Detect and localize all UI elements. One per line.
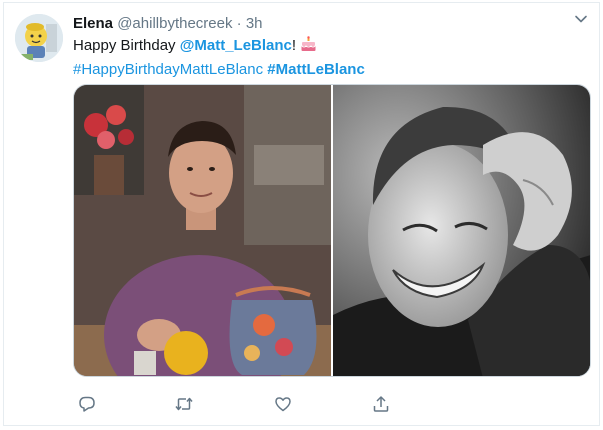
tweet-card[interactable]: Elena @ahillbythecreek · 3h Happy Birthd…	[3, 2, 600, 426]
photo-right[interactable]	[333, 85, 590, 376]
retweet-button[interactable]	[173, 393, 195, 415]
retweet-icon	[174, 395, 194, 413]
avatar[interactable]	[15, 14, 63, 62]
share-icon	[372, 395, 390, 413]
reply-button[interactable]	[76, 393, 98, 415]
photo-image	[333, 85, 590, 376]
tweet-greeting: Happy Birthday	[73, 37, 180, 54]
timestamp[interactable]: 3h	[246, 15, 263, 32]
tweet-menu-button[interactable]	[569, 9, 593, 33]
tweet-exclaim: !	[291, 37, 297, 54]
birthday-cake-icon	[300, 36, 317, 59]
avatar-illustration	[15, 14, 63, 62]
like-button[interactable]	[272, 393, 294, 415]
photo-image	[74, 85, 331, 376]
tweet-text: Happy Birthday @Matt_LeBlanc! #HappyBirt…	[73, 35, 573, 80]
hashtag-link[interactable]: #MattLeBlanc	[267, 61, 365, 78]
reply-icon	[78, 395, 96, 413]
author-name[interactable]: Elena	[73, 15, 113, 32]
share-button[interactable]	[370, 393, 392, 415]
mention-link[interactable]: @Matt_LeBlanc	[180, 37, 292, 54]
hashtag-link[interactable]: #HappyBirthdayMattLeBlanc	[73, 61, 263, 78]
chevron-down-icon	[574, 12, 588, 31]
author-handle[interactable]: @ahillbythecreek	[117, 15, 232, 32]
tweet-header: Elena @ahillbythecreek · 3h	[73, 14, 263, 34]
separator-dot: ·	[236, 15, 242, 32]
tweet-actions	[73, 393, 403, 415]
heart-icon	[274, 395, 292, 413]
photo-left[interactable]	[74, 85, 331, 376]
media-grid[interactable]	[73, 84, 591, 377]
